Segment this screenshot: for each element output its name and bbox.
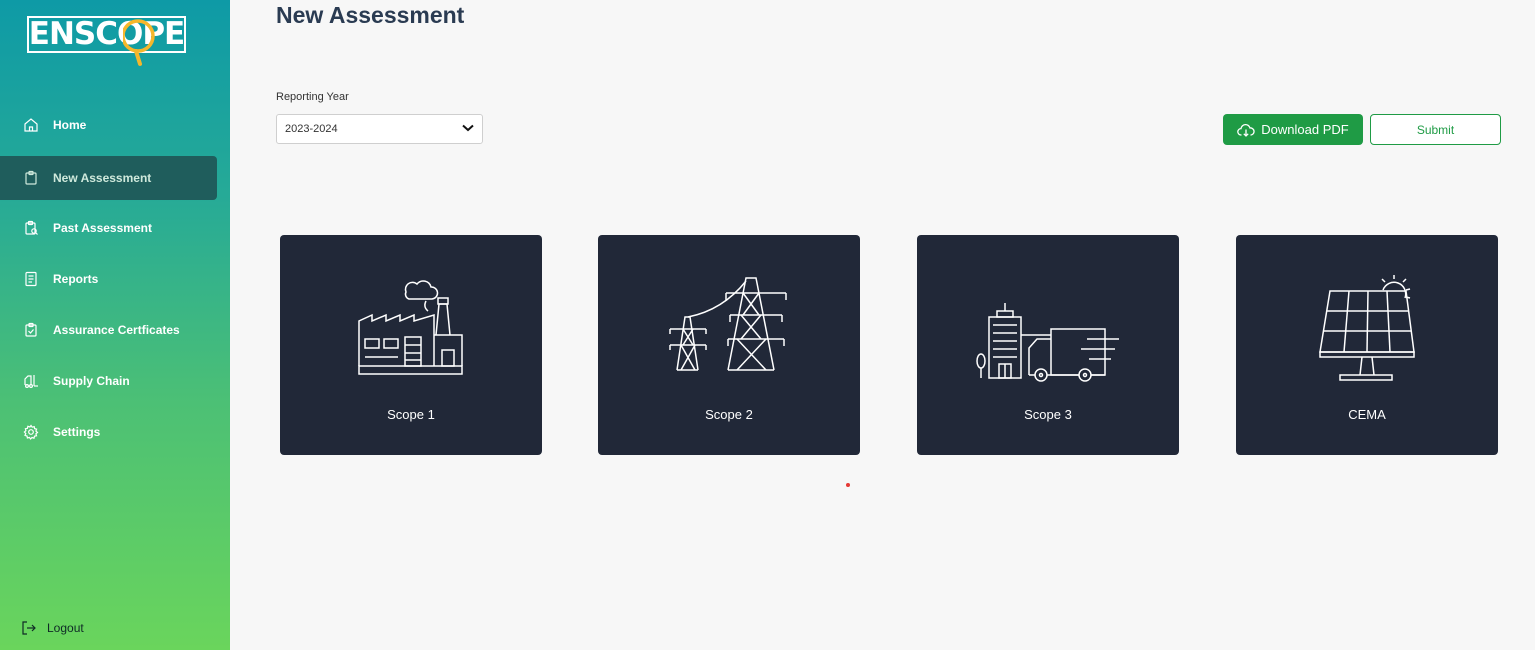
building-truck-icon bbox=[976, 303, 1119, 382]
scope-3-card[interactable]: Scope 3 bbox=[917, 235, 1179, 455]
logout-button[interactable]: Logout bbox=[21, 620, 84, 636]
clipboard-check-icon bbox=[23, 322, 39, 338]
factory-icon bbox=[358, 280, 463, 375]
chevron-down-icon bbox=[462, 123, 474, 135]
sidebar: ENSCOPE Home New Assessment Past Assessm… bbox=[0, 0, 230, 650]
sidebar-item-label: Reports bbox=[53, 272, 99, 286]
cema-card[interactable]: CEMA bbox=[1236, 235, 1498, 455]
download-pdf-button[interactable]: Download PDF bbox=[1223, 114, 1363, 145]
cloud-download-icon bbox=[1237, 123, 1255, 137]
sidebar-item-label: New Assessment bbox=[53, 171, 152, 185]
magnifier-icon bbox=[123, 19, 155, 66]
power-tower-icon bbox=[669, 277, 787, 371]
sidebar-item-label: Home bbox=[53, 118, 87, 132]
sidebar-item-reports[interactable]: Reports bbox=[0, 257, 217, 301]
clipboard-icon bbox=[23, 170, 39, 186]
sidebar-item-label: Supply Chain bbox=[53, 374, 130, 388]
scope-1-card[interactable]: Scope 1 bbox=[280, 235, 542, 455]
submit-button[interactable]: Submit bbox=[1370, 114, 1501, 145]
scope-2-card[interactable]: Scope 2 bbox=[598, 235, 860, 455]
card-label: Scope 1 bbox=[387, 407, 435, 422]
gear-icon bbox=[23, 424, 39, 440]
card-label: CEMA bbox=[1348, 407, 1386, 422]
forklift-icon bbox=[23, 373, 39, 389]
sidebar-item-assurance-certificates[interactable]: Assurance Certficates bbox=[0, 308, 217, 352]
sidebar-item-settings[interactable]: Settings bbox=[0, 410, 217, 454]
home-icon bbox=[23, 117, 39, 133]
sidebar-item-past-assessment[interactable]: Past Assessment bbox=[0, 206, 217, 250]
clipboard-search-icon bbox=[23, 220, 39, 236]
document-icon bbox=[23, 271, 39, 287]
sidebar-item-label: Assurance Certficates bbox=[53, 323, 180, 337]
enscope-logo[interactable]: ENSCOPE bbox=[27, 14, 187, 68]
sidebar-item-label: Settings bbox=[53, 425, 101, 439]
reporting-year-select[interactable]: 2023-2024 bbox=[276, 114, 483, 144]
card-label: Scope 2 bbox=[705, 407, 753, 422]
reporting-year-value: 2023-2024 bbox=[285, 123, 338, 135]
solar-panel-icon bbox=[1319, 275, 1415, 381]
sidebar-item-supply-chain[interactable]: Supply Chain bbox=[0, 359, 217, 403]
download-pdf-label: Download PDF bbox=[1261, 122, 1349, 137]
page-title: New Assessment bbox=[276, 2, 465, 28]
sidebar-item-new-assessment[interactable]: New Assessment bbox=[0, 156, 217, 200]
logout-label: Logout bbox=[47, 621, 84, 635]
sidebar-item-home[interactable]: Home bbox=[0, 103, 217, 147]
card-label: Scope 3 bbox=[1024, 407, 1072, 422]
cursor-marker bbox=[846, 483, 850, 487]
sidebar-item-label: Past Assessment bbox=[53, 221, 152, 235]
logout-icon bbox=[21, 620, 37, 636]
reporting-year-label: Reporting Year bbox=[276, 91, 349, 103]
